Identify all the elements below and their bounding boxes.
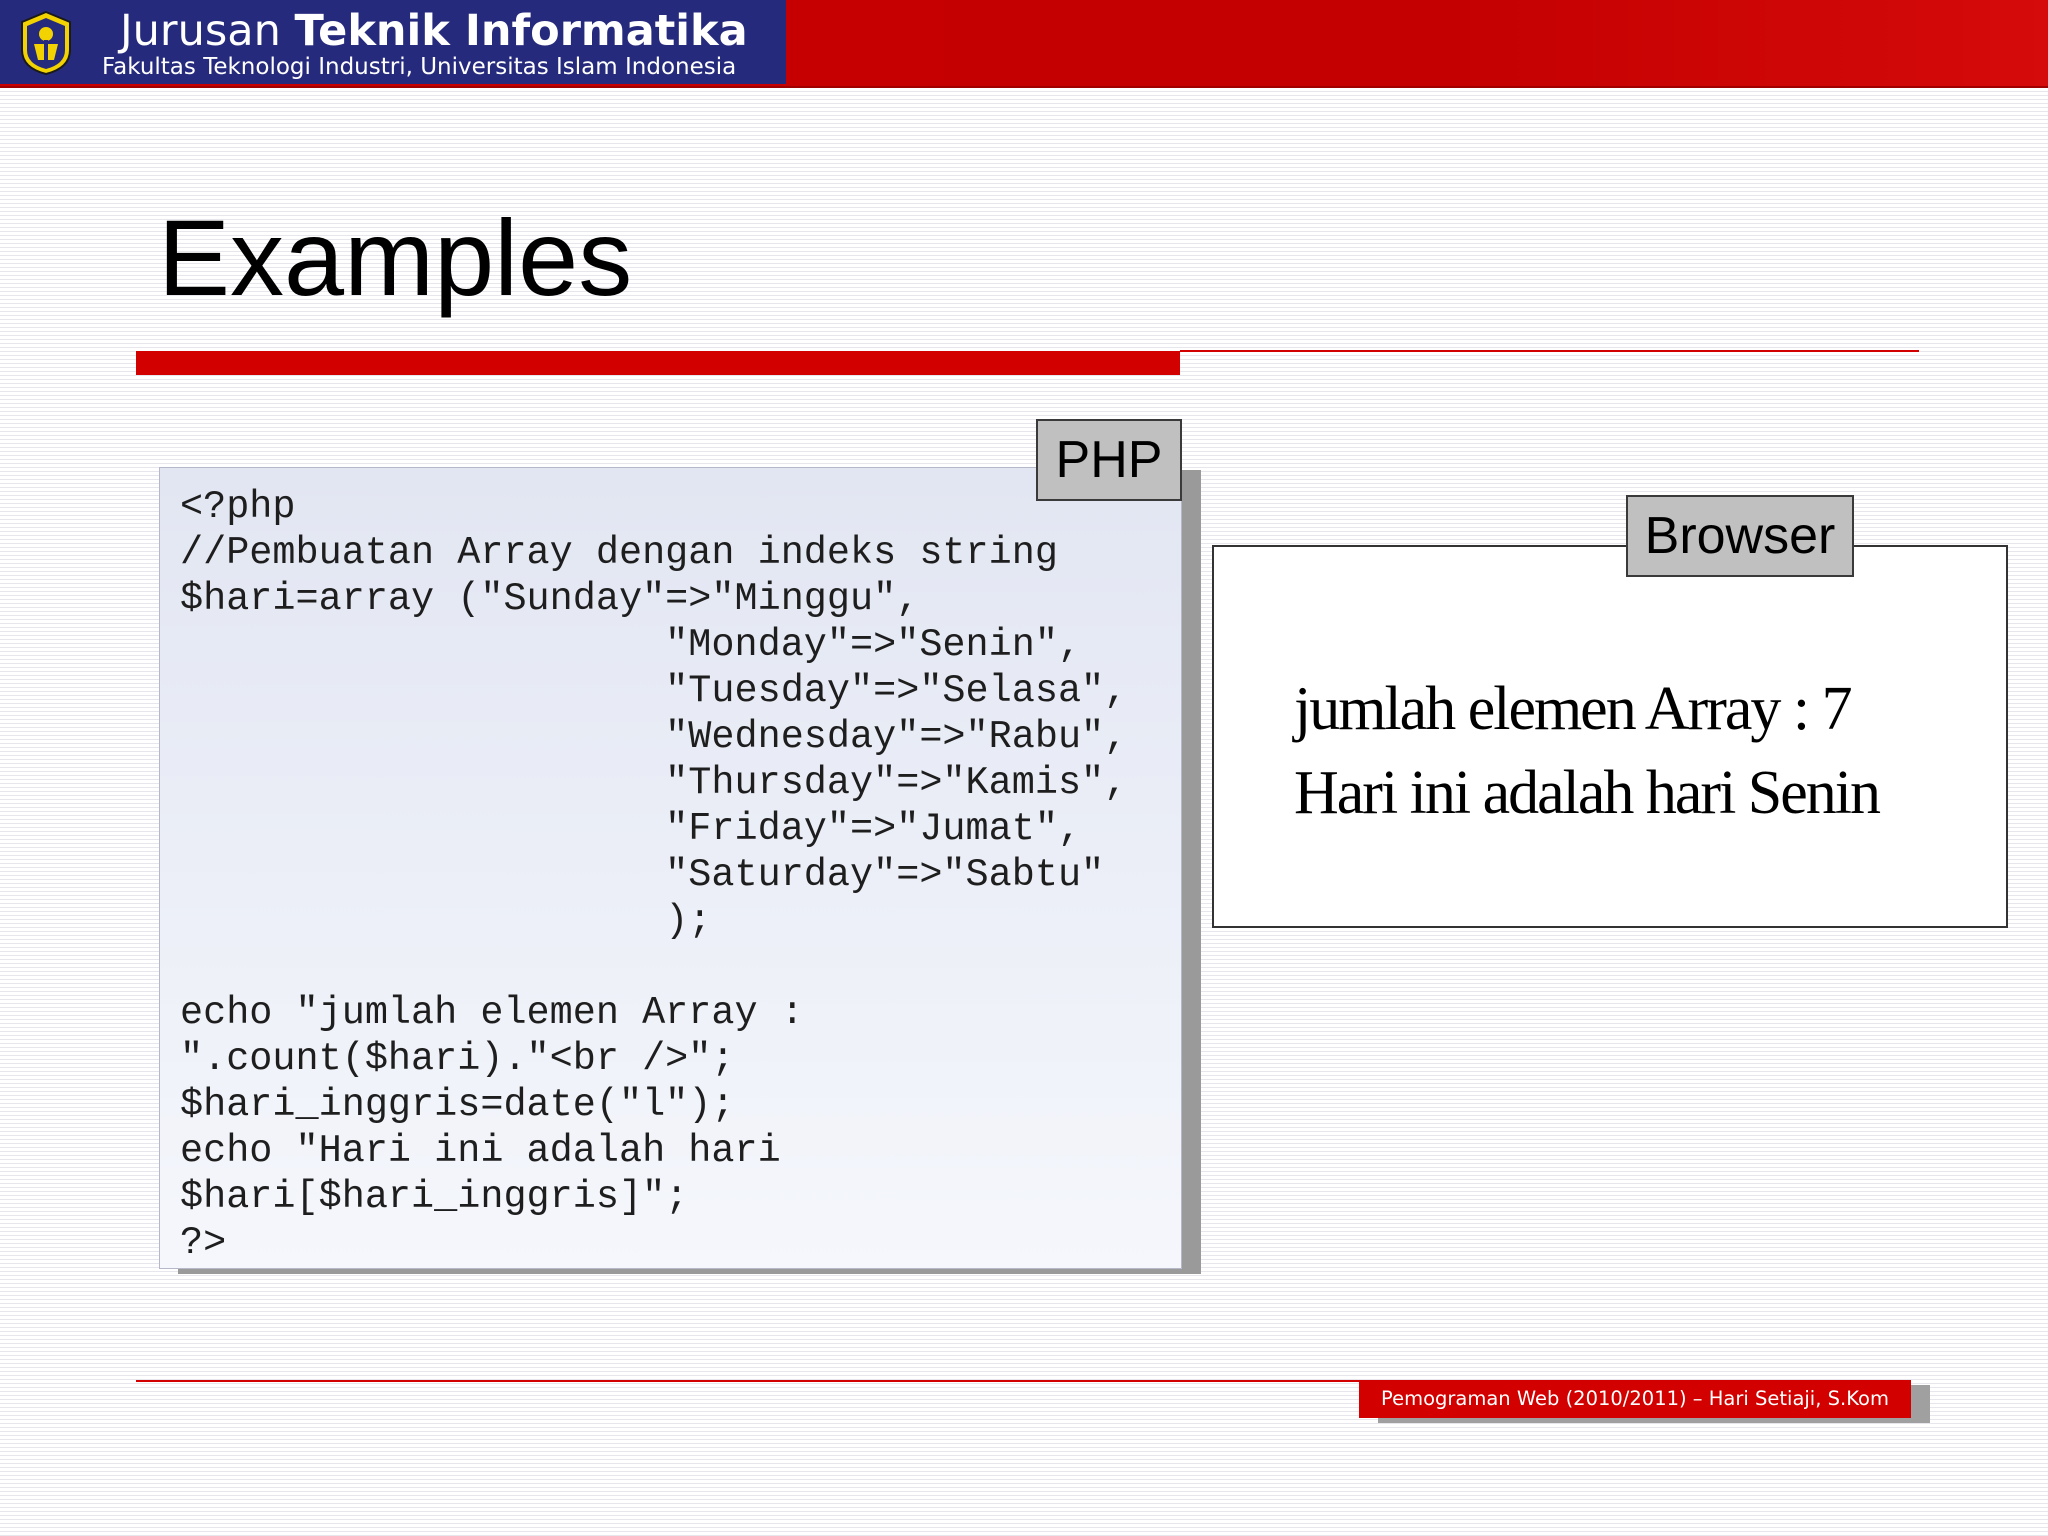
header-banner: Jurusan Teknik Informatika Fakultas Tekn… <box>0 0 2048 88</box>
header-brand: Jurusan Teknik Informatika Fakultas Tekn… <box>0 0 786 84</box>
footer-label: Pemograman Web (2010/2011) – Hari Setiaj… <box>1359 1380 1911 1418</box>
slide-title: Examples <box>158 197 633 318</box>
header-subtitle: Fakultas Teknologi Industri, Universitas… <box>102 54 737 80</box>
php-code-block: <?php //Pembuatan Array dengan indeks st… <box>180 485 1128 1265</box>
header-title-bold: Teknik Informatika <box>294 6 748 56</box>
browser-label: Browser <box>1626 495 1854 577</box>
title-underline-thick <box>136 351 1180 375</box>
code-panel: <?php //Pembuatan Array dengan indeks st… <box>159 467 1182 1269</box>
footer-rule <box>136 1380 1359 1382</box>
browser-output: jumlah elemen Array : 7 Hari ini adalah … <box>1278 647 1925 887</box>
header-title-light: Jurusan <box>120 6 281 56</box>
header-title: Jurusan Teknik Informatika <box>120 6 748 56</box>
browser-output-line-count: jumlah elemen Array : 7 <box>1294 675 1853 743</box>
browser-output-line-day: Hari ini adalah hari Senin <box>1294 759 1881 827</box>
php-label: PHP <box>1036 419 1182 501</box>
university-emblem-icon <box>21 10 71 76</box>
title-underline-thin <box>1180 350 1919 352</box>
